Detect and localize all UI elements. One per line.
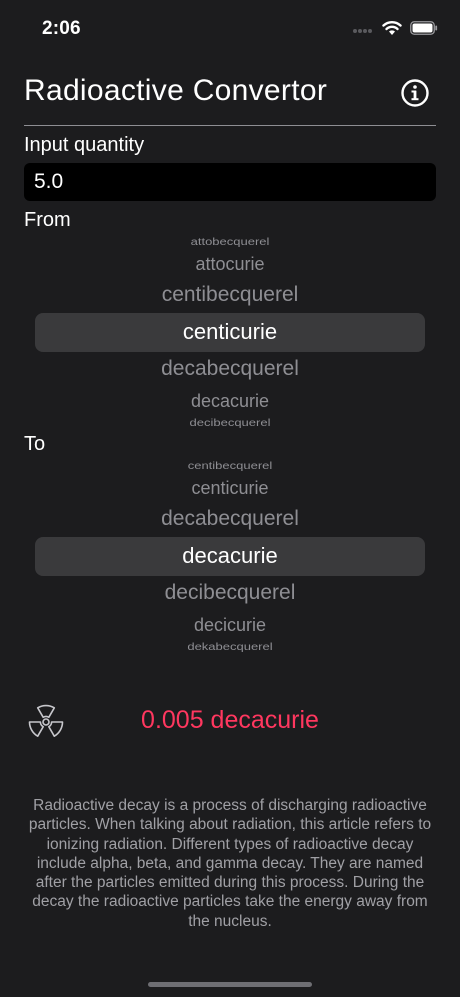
- picker-item[interactable]: decabecquerel: [24, 507, 436, 531]
- picker-item-selected[interactable]: decacurie: [24, 543, 436, 569]
- picker-item[interactable]: centibecquerel: [24, 283, 436, 307]
- picker-item[interactable]: decacurie: [24, 391, 436, 412]
- page-title: Radioactive Convertor: [24, 74, 328, 107]
- description-text: Radioactive decay is a process of discha…: [28, 797, 432, 930]
- status-bar: 2:06: [0, 0, 460, 58]
- picker-item[interactable]: decibecquerel: [24, 581, 436, 605]
- input-quantity-label: Input quantity: [24, 134, 145, 156]
- header-divider: [24, 125, 436, 126]
- picker-item[interactable]: centicurie: [24, 478, 436, 499]
- picker-item[interactable]: attocurie: [24, 254, 436, 275]
- from-label: From: [24, 209, 71, 231]
- home-indicator[interactable]: [148, 982, 312, 987]
- picker-item[interactable]: decicurie: [24, 615, 436, 636]
- wifi-icon: [382, 20, 402, 41]
- result-value: 0.005 decacurie: [141, 706, 319, 734]
- picker-item[interactable]: decibecquerel: [24, 417, 436, 428]
- picker-item[interactable]: decabecquerel: [24, 357, 436, 381]
- status-icons: [352, 20, 438, 40]
- signal-dots-icon: [352, 21, 374, 39]
- info-circle-icon: [401, 79, 429, 107]
- status-time: 2:06: [42, 18, 81, 39]
- picker-item[interactable]: dekabecquerel: [24, 641, 436, 652]
- to-unit-picker[interactable]: centibecquerel centicurie decabecquerel …: [24, 458, 436, 654]
- quantity-input[interactable]: 5.0: [24, 163, 436, 201]
- from-unit-picker[interactable]: attobecquerel attocurie centibecquerel c…: [24, 234, 436, 430]
- battery-icon: [410, 20, 438, 40]
- to-label: To: [24, 433, 46, 455]
- info-button[interactable]: [400, 78, 430, 108]
- picker-item[interactable]: attobecquerel: [24, 236, 436, 247]
- nav-bar: Radioactive Convertor: [0, 64, 460, 124]
- picker-item-selected[interactable]: centicurie: [24, 319, 436, 345]
- picker-item[interactable]: centibecquerel: [24, 460, 436, 471]
